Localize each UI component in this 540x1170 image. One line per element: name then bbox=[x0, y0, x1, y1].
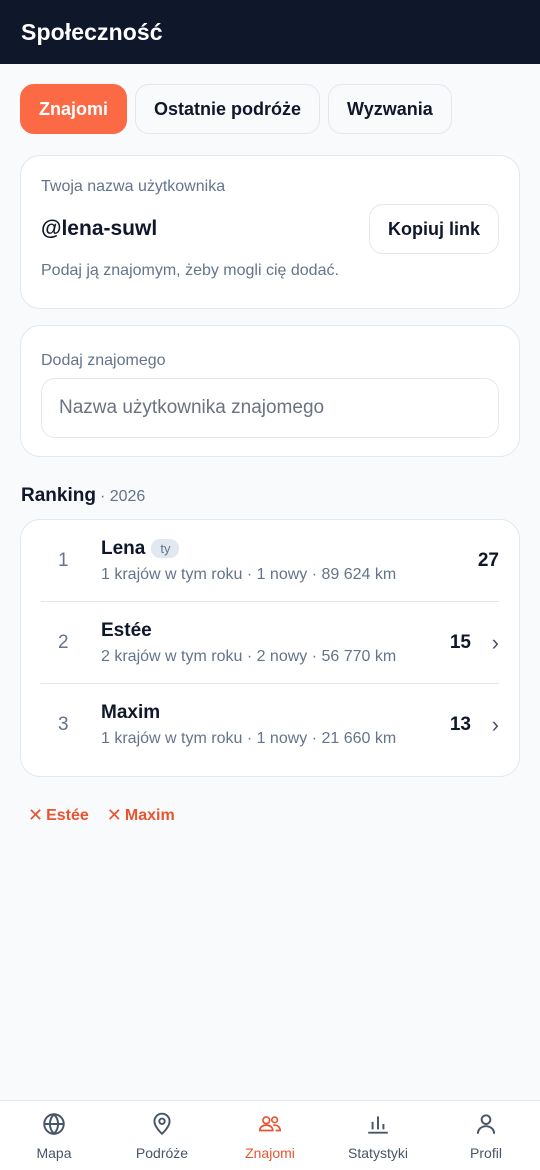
remove-friend-links: ✕ Estée ✕ Maxim bbox=[28, 805, 512, 826]
ranking-name-line: Maxim bbox=[101, 702, 450, 724]
ranking-stats: 2 krajów w tym roku · 2 nowy · 56 770 km bbox=[101, 647, 397, 665]
ranking-score: 15 bbox=[449, 631, 471, 653]
ranking-details: Estée 2 krajów w tym roku · 2 nowy · 56 … bbox=[101, 620, 450, 666]
ranking-name-line: Estée bbox=[101, 620, 450, 642]
add-friend-label: Dodaj znajomego bbox=[41, 352, 166, 369]
tab-friends[interactable]: Znajomi bbox=[20, 84, 128, 134]
remove-friend-name: Estée bbox=[46, 806, 89, 824]
tab-recent-trips[interactable]: Ostatnie podróże bbox=[135, 84, 321, 134]
copy-link-button[interactable]: Kopiuj link bbox=[369, 204, 499, 254]
nav-label: Podróże bbox=[135, 1145, 189, 1161]
remove-friend-maxim[interactable]: ✕ Maxim bbox=[107, 805, 175, 826]
username-hint: Podaj ją znajomym, żeby mogli cię dodać. bbox=[41, 262, 339, 279]
ranking-header: Ranking · 2026 bbox=[21, 485, 519, 507]
globe-icon bbox=[43, 1112, 65, 1136]
nav-statistics[interactable]: Statystyki bbox=[324, 1101, 432, 1170]
ranking-row[interactable]: 2 Estée 2 krajów w tym roku · 2 nowy · 5… bbox=[41, 602, 499, 684]
ranking-score: 13 bbox=[449, 714, 471, 735]
ranking-name: Estée bbox=[101, 619, 152, 641]
nav-label: Statystyki bbox=[348, 1145, 408, 1161]
ranking-stats: 1 krajów w tym roku · 1 nowy · 21 660 km bbox=[101, 730, 397, 747]
username-row: @lena-suwl Kopiuj link bbox=[41, 204, 499, 254]
ranking-position: 1 bbox=[58, 549, 69, 571]
users-icon bbox=[258, 1116, 282, 1132]
remove-friend-name: Maxim bbox=[124, 806, 175, 824]
add-friend-card: Dodaj znajomego bbox=[20, 325, 520, 457]
chevron-right-icon[interactable]: › bbox=[477, 630, 499, 656]
you-badge: ty bbox=[151, 539, 180, 558]
app-header: Społeczność bbox=[0, 0, 540, 64]
ranking-name: Lena bbox=[101, 537, 146, 559]
remove-friend-estee[interactable]: ✕ Estée bbox=[28, 805, 89, 826]
ranking-score: 27 bbox=[477, 549, 499, 571]
nav-trips[interactable]: Podróże bbox=[108, 1101, 216, 1170]
ranking-name-line: Lena ty bbox=[101, 538, 478, 560]
username-label: Twoja nazwa użytkownika bbox=[41, 178, 226, 195]
nav-map[interactable]: Mapa bbox=[0, 1101, 108, 1170]
ranking-position: 2 bbox=[58, 631, 69, 653]
ranking-list: 1 Lena ty 1 krajów w tym roku · 1 nowy ·… bbox=[20, 519, 520, 777]
ranking-row[interactable]: 3 Maxim 1 krajów w tym roku · 1 nowy · 2… bbox=[41, 684, 499, 766]
ranking-year: · 2026 bbox=[99, 488, 146, 505]
nav-label: Mapa bbox=[36, 1145, 72, 1161]
ranking-row: 1 Lena ty 1 krajów w tym roku · 1 nowy ·… bbox=[41, 520, 499, 602]
username-card: Twoja nazwa użytkownika @lena-suwl Kopiu… bbox=[20, 155, 520, 309]
nav-profile[interactable]: Profil bbox=[432, 1101, 540, 1170]
tab-challenges[interactable]: Wyzwania bbox=[328, 84, 452, 134]
ranking-title: Ranking bbox=[21, 485, 96, 506]
ranking-details: Maxim 1 krajów w tym roku · 1 nowy · 21 … bbox=[101, 702, 450, 748]
nav-label: Znajomi bbox=[245, 1145, 295, 1161]
close-icon: ✕ bbox=[106, 805, 122, 825]
bottom-navigation: Mapa Podróże Znajomi Statystyki Profil bbox=[0, 1100, 540, 1170]
ranking-name: Maxim bbox=[101, 702, 161, 723]
friend-username-input[interactable] bbox=[41, 378, 499, 438]
ranking-position: 3 bbox=[58, 714, 69, 735]
tab-bar: Znajomi Ostatnie podróże Wyzwania bbox=[0, 64, 540, 134]
chevron-right-icon[interactable]: › bbox=[477, 712, 499, 738]
bar-chart-icon bbox=[368, 1116, 388, 1134]
nav-friends[interactable]: Znajomi bbox=[216, 1101, 324, 1170]
nav-label: Profil bbox=[470, 1145, 502, 1161]
map-pin-icon bbox=[153, 1112, 171, 1136]
user-icon bbox=[476, 1114, 496, 1134]
ranking-details: Lena ty 1 krajów w tym roku · 1 nowy · 8… bbox=[101, 538, 478, 584]
username-value: @lena-suwl bbox=[41, 217, 158, 240]
close-icon: ✕ bbox=[28, 805, 44, 825]
ranking-stats: 1 krajów w tym roku · 1 nowy · 89 624 km bbox=[101, 565, 397, 583]
page-title: Społeczność bbox=[21, 18, 163, 45]
